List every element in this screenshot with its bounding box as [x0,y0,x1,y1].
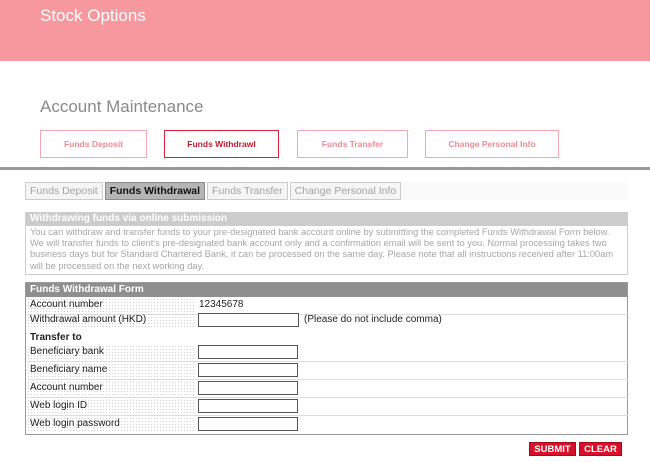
subtab-bar: Funds Deposit Funds Withdrawal Funds Tra… [25,182,402,200]
beneficiary-bank-input[interactable] [198,345,298,359]
web-login-password-label: Web login password [27,417,194,431]
form-row-web-login-id: Web login ID [27,399,628,416]
section-divider [0,167,650,170]
tab-funds-withdrawl[interactable]: Funds Withdrawl [164,130,279,158]
row-divider [27,361,628,362]
transfer-account-number-label: Account number [27,381,194,395]
beneficiary-name-label: Beneficiary name [27,363,194,377]
beneficiary-name-input[interactable] [198,363,298,377]
page-title: Account Maintenance [40,97,204,116]
row-divider [27,379,628,380]
subtab-change-personal-info[interactable]: Change Personal Info [289,182,402,200]
withdrawal-amount-input[interactable] [198,313,299,327]
withdrawal-amount-hint: (Please do not include comma) [304,314,442,325]
form-row-beneficiary-name: Beneficiary name [27,363,628,380]
info-panel: Withdrawing funds via online submission … [25,212,628,275]
form-heading: Funds Withdrawal Form [26,283,627,297]
tab-funds-deposit[interactable]: Funds Deposit [40,130,147,158]
form-row-web-login-password: Web login password [27,417,628,431]
tab-change-personal-info[interactable]: Change Personal Info [425,130,559,158]
form-row-beneficiary-bank: Beneficiary bank [27,345,628,362]
info-text: You can withdraw and transfer funds to y… [30,227,614,271]
submit-button[interactable]: SUBMIT [529,442,576,456]
transfer-account-number-input[interactable] [198,381,298,395]
withdrawal-amount-label: Withdrawal amount (HKD) [27,313,194,327]
subtab-funds-withdrawal[interactable]: Funds Withdrawal [104,182,206,200]
form-row-withdrawal-amount: Withdrawal amount (HKD) (Please do not i… [27,313,628,327]
web-login-password-input[interactable] [198,417,298,431]
form-row-transfer-to: Transfer to [27,331,628,345]
subtab-funds-transfer[interactable]: Funds Transfer [207,182,288,200]
transfer-to-label: Transfer to [30,332,82,343]
tab-funds-transfer[interactable]: Funds Transfer [297,130,408,158]
withdrawal-form: Funds Withdrawal Form Account number 123… [25,282,628,435]
info-heading: Withdrawing funds via online submission [26,212,627,226]
subtab-bar-fill [375,182,628,200]
account-number-value: 12345678 [199,299,244,310]
subtab-funds-deposit[interactable]: Funds Deposit [25,182,103,200]
web-login-id-label: Web login ID [27,399,194,413]
row-divider [27,415,628,416]
top-banner: Stock Options [0,0,650,61]
clear-button[interactable]: CLEAR [579,442,622,456]
web-login-id-input[interactable] [198,399,298,413]
form-row-transfer-account-number: Account number [27,381,628,398]
beneficiary-bank-label: Beneficiary bank [27,345,194,359]
app-title: Stock Options [40,6,146,25]
account-number-label: Account number [27,298,194,312]
form-row-account-number: Account number 12345678 [27,298,628,315]
row-divider [27,397,628,398]
